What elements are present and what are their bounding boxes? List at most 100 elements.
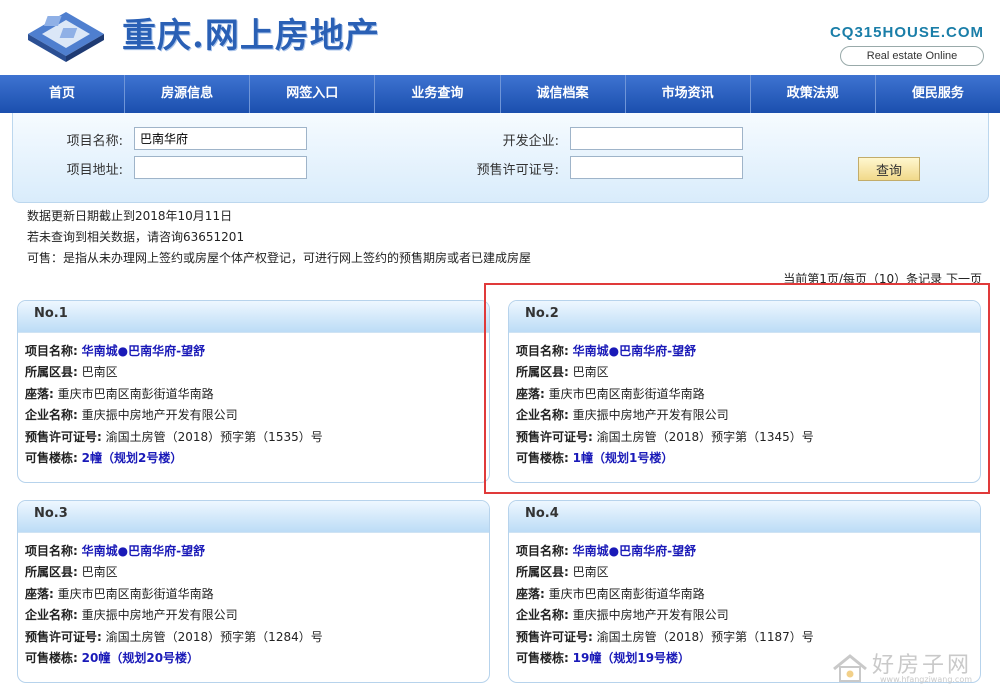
available-buildings-label: 可售楼栋: xyxy=(516,451,569,466)
location-value: 重庆市巴南区南彭街道华南路 xyxy=(57,386,214,401)
project-name-link[interactable]: 华南城●巴南华府-望舒 xyxy=(82,344,205,358)
location-row: 座落: 重庆市巴南区南彭街道华南路 xyxy=(516,584,980,605)
definition-note: 可售：是指从未办理网上签约或房屋个体产权登记，可进行网上签约的预售期房或者已建成… xyxy=(27,251,532,265)
district-value: 巴南区 xyxy=(81,565,118,580)
query-button[interactable]: 查询 xyxy=(858,157,920,181)
project-name-link[interactable]: 华南城●巴南华府-望舒 xyxy=(82,544,205,558)
project-name-row: 项目名称: 华南城●巴南华府-望舒 xyxy=(25,541,489,562)
district-value: 巴南区 xyxy=(81,365,118,380)
company-name-value: 重庆振中房地产开发有限公司 xyxy=(81,408,238,423)
location-value: 重庆市巴南区南彭街道华南路 xyxy=(548,386,705,401)
nav-item-credit-records[interactable]: 诚信档案 xyxy=(501,75,626,113)
site-logo-icon xyxy=(28,12,104,62)
available-buildings-label: 可售楼栋: xyxy=(25,451,78,466)
main-nav: 首页 房源信息 网签入口 业务查询 诚信档案 市场资讯 政策法规 便民服务 xyxy=(0,75,1000,113)
company-name-value: 重庆振中房地产开发有限公司 xyxy=(572,408,729,423)
site-header: 重庆.网上房地产 CQ315HOUSE.COM Real estate Onli… xyxy=(0,0,1000,75)
project-name-label: 项目名称: xyxy=(516,344,569,358)
project-address-label: 项目地址: xyxy=(66,163,123,178)
nav-item-policies[interactable]: 政策法规 xyxy=(751,75,876,113)
company-name-row: 企业名称: 重庆振中房地产开发有限公司 xyxy=(516,405,980,426)
developer-input[interactable] xyxy=(570,127,743,150)
project-name-label: 项目名称: xyxy=(25,544,78,558)
district-label: 所属区县: xyxy=(516,365,569,380)
permit-number-row: 预售许可证号: 渝国土房管（2018）预字第（1345）号 xyxy=(516,427,980,448)
company-name-row: 企业名称: 重庆振中房地产开发有限公司 xyxy=(25,405,489,426)
district-label: 所属区县: xyxy=(516,565,569,580)
project-card: No.3 项目名称: 华南城●巴南华府-望舒 所属区县: 巴南区 座落: 重庆市巴南区… xyxy=(17,500,490,683)
update-date-note: 数据更新日期截止到2018年10月11日 xyxy=(27,209,233,223)
search-panel: 项目名称: 开发企业: 项目地址: 预售许可证号: 查询 xyxy=(12,113,989,203)
company-name-value: 重庆振中房地产开发有限公司 xyxy=(572,608,729,623)
pagination[interactable]: 当前第1页/每页（10）条记录 下一页 xyxy=(783,270,982,286)
available-buildings-link[interactable]: 1幢（规划1号楼） xyxy=(573,451,674,465)
company-name-label: 企业名称: xyxy=(25,408,78,423)
project-name-link[interactable]: 华南城●巴南华府-望舒 xyxy=(573,544,696,558)
project-name-label: 项目名称: xyxy=(25,344,78,358)
project-name-label: 项目名称: xyxy=(66,134,123,149)
company-name-label: 企业名称: xyxy=(516,608,569,623)
district-label: 所属区县: xyxy=(25,565,78,580)
available-buildings-link[interactable]: 19幢（规划19号楼） xyxy=(573,651,690,665)
permit-number-value: 渝国土房管（2018）预字第（1284）号 xyxy=(105,629,323,644)
permit-number-label: 预售许可证号: xyxy=(25,429,102,444)
nav-item-home[interactable]: 首页 xyxy=(0,75,126,113)
card-number: No.4 xyxy=(509,501,980,533)
company-name-row: 企业名称: 重庆振中房地产开发有限公司 xyxy=(25,605,489,626)
card-number: No.3 xyxy=(18,501,489,533)
site-title: 重庆.网上房地产 xyxy=(122,16,380,56)
nav-item-services[interactable]: 便民服务 xyxy=(876,75,1000,113)
company-name-label: 企业名称: xyxy=(25,608,78,623)
nav-item-online-signing[interactable]: 网签入口 xyxy=(250,75,376,113)
card-number: No.1 xyxy=(18,301,489,333)
project-name-label: 项目名称: xyxy=(516,544,569,558)
available-buildings-link[interactable]: 20幢（规划20号楼） xyxy=(82,651,199,665)
location-value: 重庆市巴南区南彭街道华南路 xyxy=(57,586,214,601)
project-name-row: 项目名称: 华南城●巴南华府-望舒 xyxy=(25,341,489,362)
developer-label: 开发企业: xyxy=(502,134,559,149)
permit-number-value: 渝国土房管（2018）预字第（1187）号 xyxy=(596,629,814,644)
card-body: 项目名称: 华南城●巴南华府-望舒 所属区县: 巴南区 座落: 重庆市巴南区南彭街道… xyxy=(18,333,489,469)
district-label: 所属区县: xyxy=(25,365,78,380)
location-label: 座落: xyxy=(25,586,54,601)
available-buildings-label: 可售楼栋: xyxy=(516,651,569,666)
brand-name: CQ315HOUSE.COM xyxy=(829,24,984,41)
permit-number-value: 渝国土房管（2018）预字第（1345）号 xyxy=(596,429,814,444)
brand-subtitle: Real estate Online xyxy=(840,46,984,66)
project-address-input[interactable] xyxy=(134,156,307,179)
permit-number-label: 预售许可证号: xyxy=(476,163,559,178)
nav-item-listings[interactable]: 房源信息 xyxy=(125,75,251,113)
district-row: 所属区县: 巴南区 xyxy=(25,362,489,383)
permit-number-input[interactable] xyxy=(570,156,743,179)
location-label: 座落: xyxy=(516,386,545,401)
district-value: 巴南区 xyxy=(572,565,609,580)
available-buildings-row: 可售楼栋: 20幢（规划20号楼） xyxy=(25,648,489,669)
card-body: 项目名称: 华南城●巴南华府-望舒 所属区县: 巴南区 座落: 重庆市巴南区南彭街道… xyxy=(18,533,489,669)
permit-number-label: 预售许可证号: xyxy=(516,429,593,444)
district-value: 巴南区 xyxy=(572,365,609,380)
available-buildings-label: 可售楼栋: xyxy=(25,651,78,666)
permit-number-row: 预售许可证号: 渝国土房管（2018）预字第（1284）号 xyxy=(25,627,489,648)
watermark: 好房子网 www.hfangziwang.com xyxy=(822,647,982,687)
available-buildings-link[interactable]: 2幢（规划2号楼） xyxy=(82,451,183,465)
district-row: 所属区县: 巴南区 xyxy=(516,362,980,383)
project-name-input[interactable] xyxy=(134,127,307,150)
location-label: 座落: xyxy=(25,386,54,401)
company-name-label: 企业名称: xyxy=(516,408,569,423)
info-notes: 数据更新日期截止到2018年10月11日 若未查询到相关数据，请咨询636512… xyxy=(27,206,531,269)
available-buildings-row: 可售楼栋: 2幢（规划2号楼） xyxy=(25,448,489,469)
project-name-row: 项目名称: 华南城●巴南华府-望舒 xyxy=(516,341,980,362)
company-name-value: 重庆振中房地产开发有限公司 xyxy=(81,608,238,623)
available-buildings-row: 可售楼栋: 1幢（规划1号楼） xyxy=(516,448,980,469)
project-name-row: 项目名称: 华南城●巴南华府-望舒 xyxy=(516,541,980,562)
permit-number-label: 预售许可证号: xyxy=(25,629,102,644)
location-value: 重庆市巴南区南彭街道华南路 xyxy=(548,586,705,601)
house-icon xyxy=(833,654,867,682)
project-name-link[interactable]: 华南城●巴南华府-望舒 xyxy=(573,344,696,358)
district-row: 所属区县: 巴南区 xyxy=(25,562,489,583)
nav-item-market-news[interactable]: 市场资讯 xyxy=(626,75,751,113)
nav-item-business-query[interactable]: 业务查询 xyxy=(375,75,501,113)
permit-number-value: 渝国土房管（2018）预字第（1535）号 xyxy=(105,429,323,444)
permit-number-row: 预售许可证号: 渝国土房管（2018）预字第（1187）号 xyxy=(516,627,980,648)
location-row: 座落: 重庆市巴南区南彭街道华南路 xyxy=(25,584,489,605)
